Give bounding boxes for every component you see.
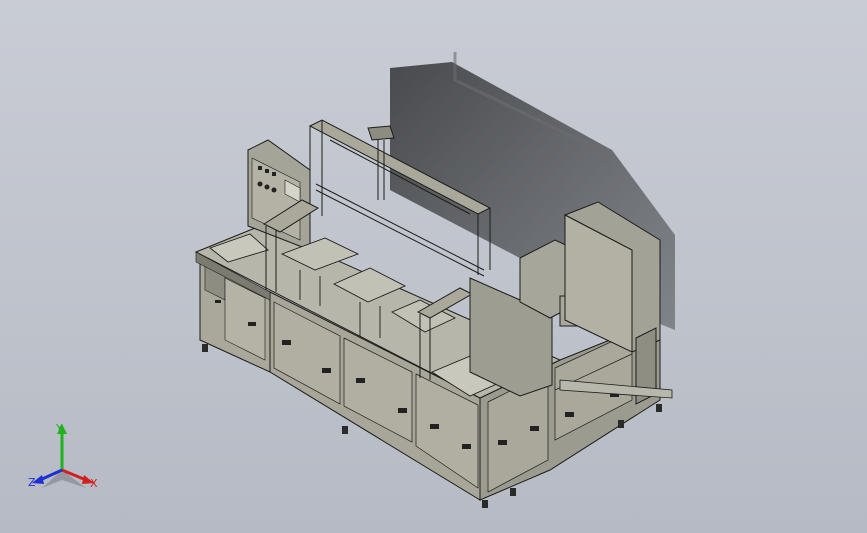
drawer-handle[interactable] <box>498 440 507 445</box>
orientation-triad-icon[interactable]: Y X Z <box>22 418 112 498</box>
cabinet-handle[interactable] <box>215 300 221 303</box>
z-axis-label: Z <box>28 476 36 489</box>
panel-button[interactable] <box>265 169 269 173</box>
drawer-handle[interactable] <box>530 426 539 431</box>
panel-knob[interactable] <box>264 184 270 190</box>
panel-button[interactable] <box>258 166 262 170</box>
panel-knob[interactable] <box>271 187 277 193</box>
drawer-handle[interactable] <box>356 378 365 383</box>
cabinet-handle[interactable] <box>248 322 256 326</box>
machine-model-3d[interactable] <box>0 0 867 533</box>
drawer-handle[interactable] <box>282 340 291 345</box>
panel-button[interactable] <box>272 172 276 176</box>
panel-knob[interactable] <box>257 181 263 187</box>
drawer-handle[interactable] <box>430 424 439 429</box>
x-axis-label: X <box>90 477 98 490</box>
drawer-handle[interactable] <box>565 412 574 417</box>
y-axis-label: Y <box>55 422 63 435</box>
drawer-handle[interactable] <box>322 368 331 373</box>
cad-viewport[interactable]: Y X Z <box>0 0 867 533</box>
drawer-handle[interactable] <box>398 408 407 413</box>
drawer-handle[interactable] <box>462 444 471 449</box>
